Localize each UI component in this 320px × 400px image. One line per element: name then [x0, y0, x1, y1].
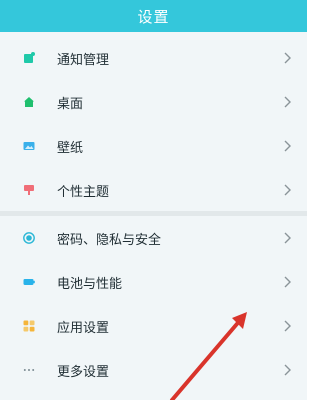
notification-icon — [23, 52, 35, 64]
chevron-right-icon — [284, 364, 291, 376]
settings-screen: 设置 通知管理 桌面 壁纸 个性主题 密码、隐私与安全 电池与性能 应用设置 更… — [0, 0, 307, 400]
chevron-right-icon — [284, 184, 291, 196]
chevron-right-icon — [284, 320, 291, 332]
settings-item-battery[interactable]: 电池与性能 — [0, 260, 307, 304]
settings-item-label: 更多设置 — [57, 364, 110, 380]
settings-item-label: 电池与性能 — [57, 276, 123, 292]
chevron-right-icon — [284, 276, 291, 288]
settings-item-desktop[interactable]: 桌面 — [0, 80, 307, 124]
title-bar: 设置 — [0, 0, 307, 32]
settings-item-label: 应用设置 — [57, 320, 110, 336]
chevron-right-icon — [284, 232, 291, 244]
chevron-right-icon — [284, 52, 291, 64]
settings-group-system: 密码、隐私与安全 电池与性能 应用设置 更多设置 — [0, 216, 307, 392]
settings-item-label: 桌面 — [57, 96, 84, 112]
chevron-right-icon — [284, 140, 291, 152]
settings-item-more-settings[interactable]: 更多设置 — [0, 348, 307, 392]
chevron-right-icon — [284, 96, 291, 108]
privacy-icon — [23, 232, 35, 244]
home-icon — [23, 96, 35, 108]
wallpaper-icon — [23, 140, 35, 152]
more-icon — [23, 364, 35, 376]
settings-item-privacy[interactable]: 密码、隐私与安全 — [0, 216, 307, 260]
apps-icon — [23, 320, 35, 332]
settings-item-label: 通知管理 — [57, 52, 110, 68]
settings-item-app-settings[interactable]: 应用设置 — [0, 304, 307, 348]
settings-item-wallpaper[interactable]: 壁纸 — [0, 124, 307, 168]
battery-icon — [23, 276, 35, 288]
page-title: 设置 — [137, 7, 170, 26]
settings-group-personalization: 通知管理 桌面 壁纸 个性主题 — [0, 36, 307, 212]
settings-item-label: 密码、隐私与安全 — [57, 232, 162, 248]
theme-icon — [23, 184, 35, 196]
settings-item-theme[interactable]: 个性主题 — [0, 168, 307, 212]
settings-item-notifications[interactable]: 通知管理 — [0, 36, 307, 80]
settings-item-label: 个性主题 — [57, 184, 110, 200]
settings-item-label: 壁纸 — [57, 140, 84, 156]
